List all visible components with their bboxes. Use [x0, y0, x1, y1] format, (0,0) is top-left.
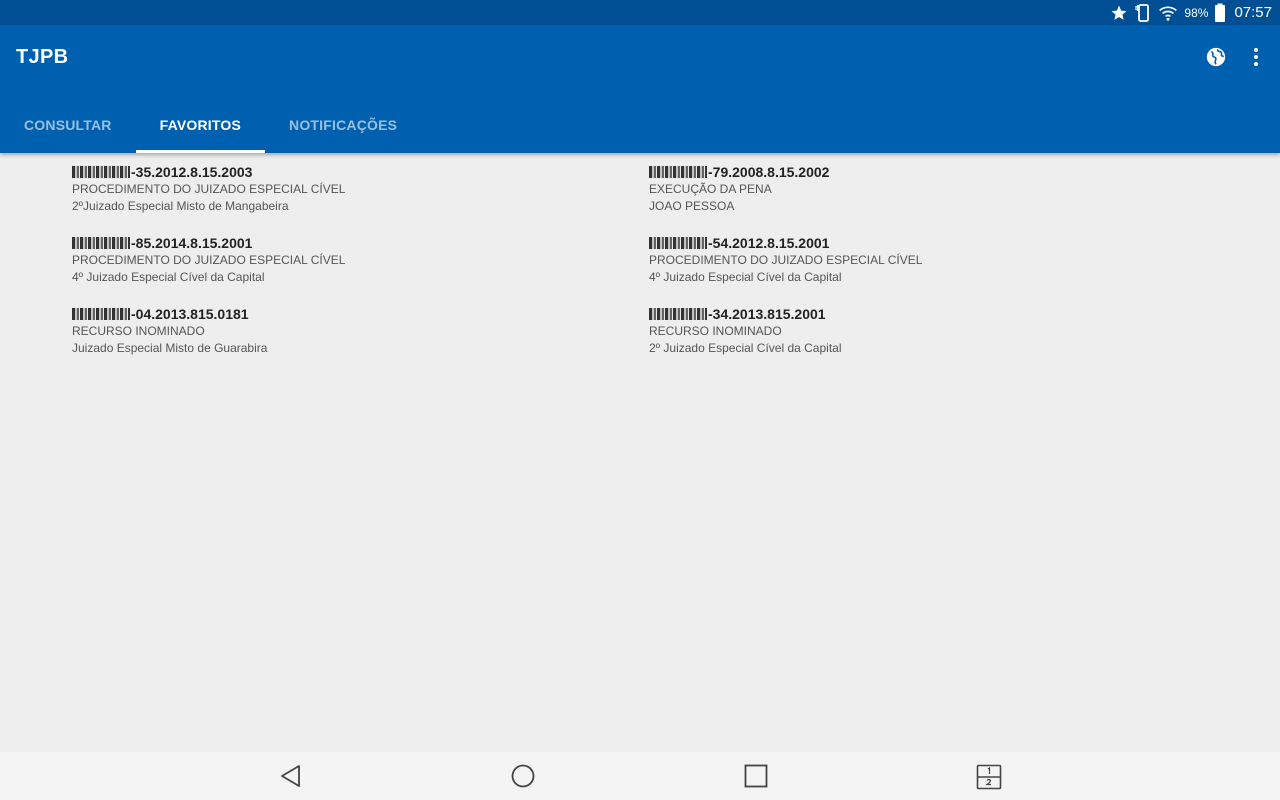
globe-icon[interactable] [1204, 45, 1228, 69]
process-number: -54.2012.8.15.2001 [708, 235, 830, 251]
status-bar: 98% 07:57 [0, 0, 1280, 25]
favorites-grid: -35.2012.8.15.2003 PROCEDIMENTO DO JUIZA… [72, 163, 1226, 362]
process-court: JOAO PESSOA [649, 199, 735, 213]
process-class: RECURSO INOMINADO [72, 324, 205, 338]
app-title: TJPB [16, 46, 69, 68]
phone-vibrate-icon [1134, 3, 1152, 23]
list-item[interactable]: -85.2014.8.15.2001 PROCEDIMENTO DO JUIZA… [72, 234, 649, 291]
process-class: PROCEDIMENTO DO JUIZADO ESPECIAL CÍVEL [72, 253, 346, 267]
process-court: 2º Juizado Especial Cível da Capital [649, 341, 842, 355]
clock: 07:57 [1234, 4, 1272, 21]
recents-icon[interactable] [744, 764, 768, 788]
favorites-list: -35.2012.8.15.2003 PROCEDIMENTO DO JUIZA… [0, 153, 1280, 751]
list-item[interactable]: -04.2013.815.0181 RECURSO INOMINADO Juiz… [72, 305, 649, 362]
process-court: 4º Juizado Especial Cível da Capital [649, 270, 842, 284]
dual-window-icon[interactable] [976, 764, 1002, 790]
tab-bar: CONSULTAR FAVORITOS NOTIFICAÇÕES [0, 97, 421, 153]
process-court: 4º Juizado Especial Cível da Capital [72, 270, 265, 284]
list-item[interactable]: -54.2012.8.15.2001 PROCEDIMENTO DO JUIZA… [649, 234, 1226, 291]
process-number: -79.2008.8.15.2002 [708, 164, 830, 180]
navigation-bar [0, 752, 1280, 800]
process-court: 2ºJuizado Especial Misto de Mangabeira [72, 199, 289, 213]
process-number: -04.2013.815.0181 [131, 306, 249, 322]
tab-favoritos[interactable]: FAVORITOS [135, 97, 266, 153]
process-class: RECURSO INOMINADO [649, 324, 782, 338]
back-icon[interactable] [279, 764, 303, 788]
redacted-digits [72, 166, 130, 178]
process-class: PROCEDIMENTO DO JUIZADO ESPECIAL CÍVEL [72, 182, 346, 196]
battery-icon [1214, 3, 1226, 23]
more-vert-icon[interactable] [1244, 45, 1268, 69]
list-item[interactable]: -34.2013.815.2001 RECURSO INOMINADO 2º J… [649, 305, 1226, 362]
process-number: -35.2012.8.15.2003 [131, 164, 253, 180]
process-number: -34.2013.815.2001 [708, 306, 826, 322]
tab-consultar[interactable]: CONSULTAR [0, 97, 136, 153]
list-item[interactable]: -79.2008.8.15.2002 EXECUÇÃO DA PENA JOAO… [649, 163, 1226, 220]
wifi-icon [1158, 4, 1178, 22]
redacted-digits [72, 308, 130, 320]
app-bar: TJPB CONSULTAR FAVORITOS NOTIFICAÇÕES [0, 25, 1280, 153]
redacted-digits [72, 237, 130, 249]
app-actions [1204, 45, 1268, 69]
process-number: -85.2014.8.15.2001 [131, 235, 253, 251]
redacted-digits [649, 308, 707, 320]
battery-percent: 98% [1184, 5, 1209, 20]
redacted-digits [649, 166, 707, 178]
star-icon [1110, 4, 1128, 22]
process-class: PROCEDIMENTO DO JUIZADO ESPECIAL CÍVEL [649, 253, 923, 267]
list-item[interactable]: -35.2012.8.15.2003 PROCEDIMENTO DO JUIZA… [72, 163, 649, 220]
tab-notificacoes[interactable]: NOTIFICAÇÕES [265, 97, 421, 153]
redacted-digits [649, 237, 707, 249]
process-class: EXECUÇÃO DA PENA [649, 182, 772, 196]
home-icon[interactable] [511, 764, 535, 788]
process-court: Juizado Especial Misto de Guarabira [72, 341, 268, 355]
